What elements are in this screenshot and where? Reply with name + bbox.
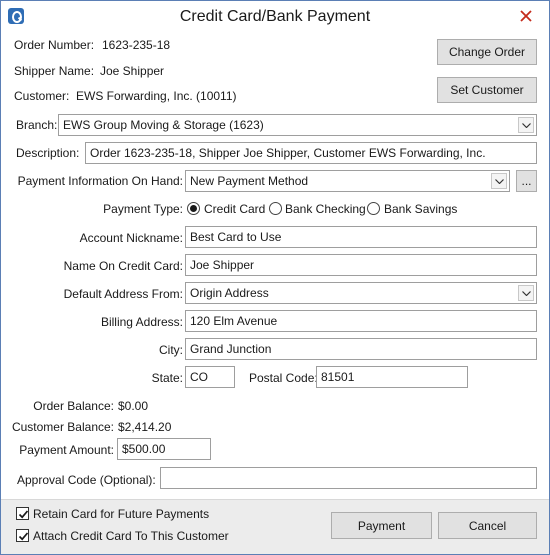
chevron-down-icon — [518, 117, 534, 133]
checkmark-icon — [18, 532, 29, 541]
default-address-select-value: Origin Address — [190, 286, 269, 300]
customer-balance-value: $2,414.20 — [118, 420, 172, 434]
payment-dialog: Credit Card/Bank Payment Order Number: 1… — [0, 0, 550, 555]
order-balance-value: $0.00 — [118, 399, 149, 413]
radio-credit-card-label: Credit Card — [204, 202, 266, 216]
payment-amount-input[interactable] — [117, 438, 211, 460]
payment-button[interactable]: Payment — [331, 512, 432, 539]
order-number-value: 1623-235-18 — [102, 38, 171, 52]
chevron-down-icon — [518, 285, 534, 301]
close-button[interactable] — [503, 1, 549, 30]
retain-card-label: Retain Card for Future Payments — [33, 507, 210, 521]
account-nickname-input[interactable] — [185, 226, 537, 248]
radio-bank-checking-label: Bank Checking — [285, 202, 366, 216]
payment-info-select[interactable]: New Payment Method — [185, 170, 510, 192]
chevron-down-icon — [491, 173, 507, 189]
order-number-label: Order Number: — [14, 38, 95, 52]
approval-code-label: Approval Code (Optional): — [17, 473, 156, 487]
customer-label: Customer: — [14, 89, 70, 103]
city-label: City: — [159, 343, 183, 357]
customer-value: EWS Forwarding, Inc. (10011) — [76, 89, 237, 103]
postal-code-input[interactable] — [316, 366, 468, 388]
name-on-card-label: Name On Credit Card: — [63, 259, 183, 273]
branch-label: Branch: — [16, 118, 58, 132]
description-label: Description: — [16, 146, 80, 160]
change-order-button[interactable]: Change Order — [437, 39, 537, 65]
postal-code-label: Postal Code: — [249, 371, 318, 385]
payment-info-select-value: New Payment Method — [190, 174, 309, 188]
attach-card-checkbox[interactable] — [16, 529, 29, 542]
close-icon — [520, 10, 532, 22]
billing-address-input[interactable] — [185, 310, 537, 332]
name-on-card-input[interactable] — [185, 254, 537, 276]
branch-select[interactable]: EWS Group Moving & Storage (1623) — [58, 114, 537, 136]
default-address-label: Default Address From: — [63, 287, 183, 301]
billing-address-label: Billing Address: — [100, 315, 183, 329]
radio-bank-savings[interactable] — [367, 202, 380, 215]
customer-balance-label: Customer Balance: — [11, 420, 114, 434]
city-input[interactable] — [185, 338, 537, 360]
description-input[interactable] — [85, 142, 537, 164]
attach-card-label: Attach Credit Card To This Customer — [33, 529, 229, 543]
shipper-name-label: Shipper Name: — [14, 64, 95, 78]
radio-bank-savings-label: Bank Savings — [384, 202, 458, 216]
account-nickname-label: Account Nickname: — [79, 231, 183, 245]
cancel-button[interactable]: Cancel — [438, 512, 537, 539]
dialog-footer: Retain Card for Future Payments Attach C… — [1, 499, 549, 554]
payment-type-label: Payment Type: — [103, 202, 183, 216]
radio-credit-card[interactable] — [187, 202, 200, 215]
default-address-select[interactable]: Origin Address — [185, 282, 537, 304]
shipper-name-value: Joe Shipper — [100, 64, 165, 78]
radio-bank-checking[interactable] — [269, 202, 282, 215]
dialog-content: Order Number: 1623-235-18 Shipper Name: … — [1, 32, 549, 499]
payment-info-label: Payment Information On Hand: — [17, 174, 183, 188]
set-customer-button[interactable]: Set Customer — [437, 77, 537, 103]
state-label: State: — [151, 371, 183, 385]
payment-amount-label: Payment Amount: — [19, 443, 114, 457]
retain-card-checkbox[interactable] — [16, 507, 29, 520]
title-bar: Credit Card/Bank Payment — [1, 1, 549, 32]
branch-select-value: EWS Group Moving & Storage (1623) — [63, 118, 264, 132]
state-input[interactable] — [185, 366, 235, 388]
checkmark-icon — [18, 510, 29, 519]
approval-code-input[interactable] — [160, 467, 537, 489]
browse-payment-button[interactable]: ... — [516, 170, 537, 192]
window-title: Credit Card/Bank Payment — [179, 8, 371, 25]
order-balance-label: Order Balance: — [33, 399, 114, 413]
